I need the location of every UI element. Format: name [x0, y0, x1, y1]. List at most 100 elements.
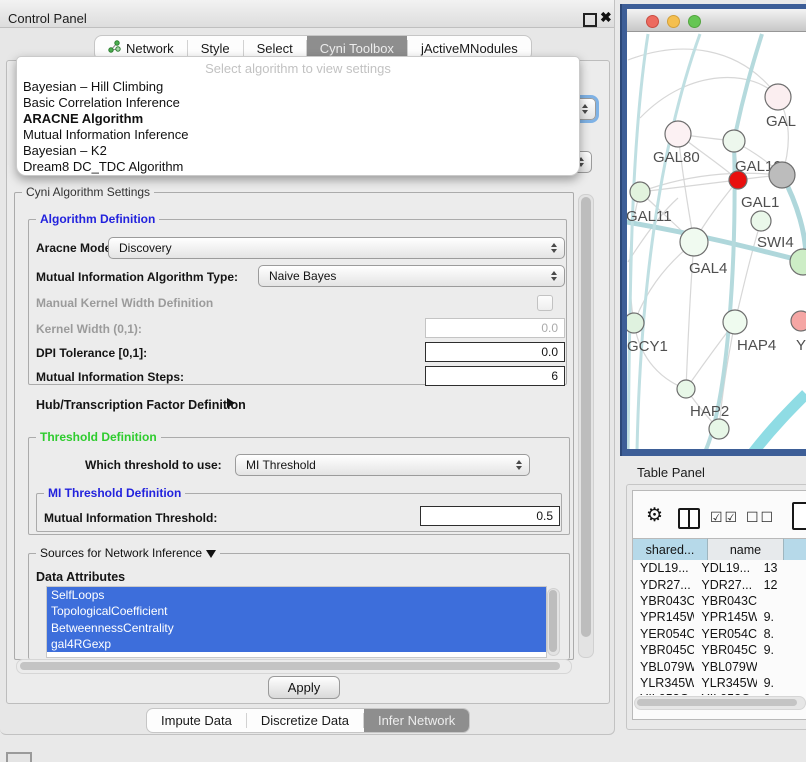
attribute-item-topologicalcoefficient[interactable]: TopologicalCoefficient — [47, 603, 546, 619]
network-node-gal4[interactable] — [680, 228, 708, 256]
column-view-icon[interactable] — [678, 508, 700, 529]
tab-impute-data[interactable]: Impute Data — [147, 709, 246, 732]
mi-threshold-label: Mutual Information Threshold: — [44, 511, 217, 525]
mi-threshold-field[interactable]: 0.5 — [420, 506, 560, 526]
cyni-algorithm-settings-title: Cyni Algorithm Settings — [22, 185, 154, 199]
algorithm-dropdown-popup: Select algorithm to view settings Bayesi… — [16, 56, 580, 176]
attribute-list-scrollbar[interactable] — [547, 588, 560, 656]
table-row[interactable]: YBR045CYBR045C9. — [633, 642, 806, 658]
aracne-mode-combo[interactable]: Discovery — [108, 237, 565, 259]
network-node-gal[interactable] — [765, 84, 791, 110]
table-cell: YDR27... — [633, 578, 694, 592]
mi-type-label: Mutual Information Algorithm Type: — [36, 270, 238, 284]
settings-vertical-scrollbar[interactable] — [578, 194, 594, 658]
table-cell: YER054C — [633, 627, 694, 641]
aracne-mode-value: Discovery — [119, 241, 172, 255]
table-row[interactable]: YBR043CYBR043C — [633, 593, 806, 609]
table-cell: 12 — [757, 578, 806, 592]
tab-label: Cyni Toolbox — [320, 41, 394, 56]
attribute-item-betweennesscentrality[interactable]: BetweennessCentrality — [47, 620, 546, 636]
attribute-item-selfloops[interactable]: SelfLoops — [47, 587, 546, 603]
combo-spinner-icon — [516, 460, 522, 470]
table-row[interactable]: YDR27...YDR27...12 — [633, 576, 806, 592]
tab-discretize-data[interactable]: Discretize Data — [247, 709, 363, 732]
node-label: Y — [796, 337, 806, 354]
column-header-a[interactable]: A — [784, 538, 806, 560]
network-node-y[interactable] — [791, 311, 806, 331]
dpi-tolerance-field[interactable]: 0.0 — [425, 342, 565, 362]
minimize-window-icon[interactable] — [667, 15, 680, 28]
mi-type-combo[interactable]: Naive Bayes — [258, 265, 565, 287]
attribute-item-gal4rgexp[interactable]: gal4RGexp — [47, 636, 546, 652]
column-header-name[interactable]: name — [708, 538, 784, 560]
zoom-window-icon[interactable] — [688, 15, 701, 28]
table-settings-gear-icon[interactable]: ⚙ — [646, 504, 663, 527]
table-cell: YPR145W — [694, 610, 756, 624]
data-attributes-list[interactable]: SelfLoopsTopologicalCoefficientBetweenne… — [46, 586, 547, 658]
manual-kernel-checkbox[interactable] — [537, 295, 553, 311]
float-panel-icon[interactable] — [583, 13, 597, 27]
algorithm-option-mutual-information-inference[interactable]: Mutual Information Inference — [23, 127, 188, 142]
tab-label: Style — [201, 41, 230, 56]
network-node[interactable] — [709, 419, 729, 439]
column-header-shared[interactable]: shared... — [633, 538, 708, 560]
table-row[interactable]: YIL052CYIL052C9 — [633, 691, 806, 695]
table-cell: YBL079W — [694, 660, 756, 674]
network-node-swi4[interactable] — [751, 211, 771, 231]
dpi-tolerance-label: DPI Tolerance [0,1]: — [36, 346, 147, 360]
algorithm-placeholder: Select algorithm to view settings — [17, 61, 579, 76]
close-window-icon[interactable] — [646, 15, 659, 28]
algorithm-option-dream8-dc-tdc-algorithm[interactable]: Dream8 DC_TDC Algorithm — [23, 159, 183, 174]
algorithm-option-basic-correlation-inference[interactable]: Basic Correlation Inference — [23, 95, 180, 110]
table-row[interactable]: YDL19...YDL19...13 — [633, 560, 806, 576]
table-horizontal-scrollbar[interactable] — [634, 696, 806, 710]
new-table-icon[interactable] — [792, 502, 806, 530]
data-attributes-label: Data Attributes — [36, 570, 125, 584]
network-node-gal80[interactable] — [665, 121, 691, 147]
unselect-all-columns-icon[interactable]: ☐☐ — [746, 509, 775, 526]
kernel-width-field[interactable]: 0.0 — [425, 318, 565, 338]
aracne-mode-label: Aracne Mode: — [36, 241, 115, 255]
apply-button[interactable]: Apply — [268, 676, 340, 699]
which-threshold-label: Which threshold to use: — [85, 458, 222, 472]
tab-label: Network — [126, 41, 174, 56]
mi-steps-label: Mutual Information Steps: — [36, 370, 184, 384]
which-threshold-combo[interactable]: MI Threshold — [235, 454, 530, 476]
algorithm-option-bayesian-hill-climbing[interactable]: Bayesian – Hill Climbing — [23, 79, 163, 94]
manual-kernel-label: Manual Kernel Width Definition — [36, 296, 213, 310]
node-label: SWI4 — [757, 234, 794, 251]
tab-label: Select — [257, 41, 293, 56]
network-window-titlebar[interactable] — [627, 9, 806, 32]
network-node[interactable] — [769, 162, 795, 188]
network-node-gal11[interactable] — [630, 182, 650, 202]
table-row[interactable]: YLR345WYLR345W9. — [633, 675, 806, 691]
bottom-left-button[interactable] — [6, 752, 32, 762]
algorithm-definition-title: Algorithm Definition — [36, 212, 159, 226]
expand-hub-section-icon[interactable] — [227, 398, 235, 408]
node-label: HAP4 — [737, 337, 776, 354]
table-cell: YBR043C — [694, 594, 756, 608]
table-row[interactable]: YBL079WYBL079W — [633, 658, 806, 674]
network-canvas[interactable]: GALGAL80GAL10GAL1GAL11SWI4GAL4GCY1HAP4YH… — [627, 32, 806, 449]
network-node-hap2[interactable] — [677, 380, 695, 398]
network-node-gal10[interactable] — [723, 130, 745, 152]
network-node-hap4[interactable] — [723, 310, 747, 334]
tab-label: jActiveMNodules — [421, 41, 518, 56]
table-cell: YPR145W — [633, 610, 694, 624]
network-node-gcy1[interactable] — [627, 313, 644, 333]
table-row[interactable]: YER054CYER054C8. — [633, 626, 806, 642]
bottom-tabs: Impute DataDiscretize DataInfer Network — [146, 708, 470, 733]
collapse-sources-icon[interactable] — [206, 550, 216, 558]
network-node[interactable] — [790, 249, 806, 275]
mi-steps-field[interactable]: 6 — [425, 366, 565, 386]
select-all-columns-icon[interactable]: ☑☑ — [710, 509, 739, 526]
network-node-gal1[interactable] — [729, 171, 747, 189]
close-panel-icon[interactable]: ✖ — [600, 9, 612, 26]
network-tab-icon — [108, 40, 121, 56]
settings-horizontal-scrollbar[interactable] — [16, 659, 572, 674]
tab-infer-network[interactable]: Infer Network — [364, 709, 469, 732]
table-row[interactable]: YPR145WYPR145W9. — [633, 609, 806, 625]
table-header-row: shared...nameA — [633, 538, 806, 560]
algorithm-option-bayesian-k2[interactable]: Bayesian – K2 — [23, 143, 107, 158]
algorithm-option-aracne-algorithm[interactable]: ARACNE Algorithm — [23, 111, 143, 126]
